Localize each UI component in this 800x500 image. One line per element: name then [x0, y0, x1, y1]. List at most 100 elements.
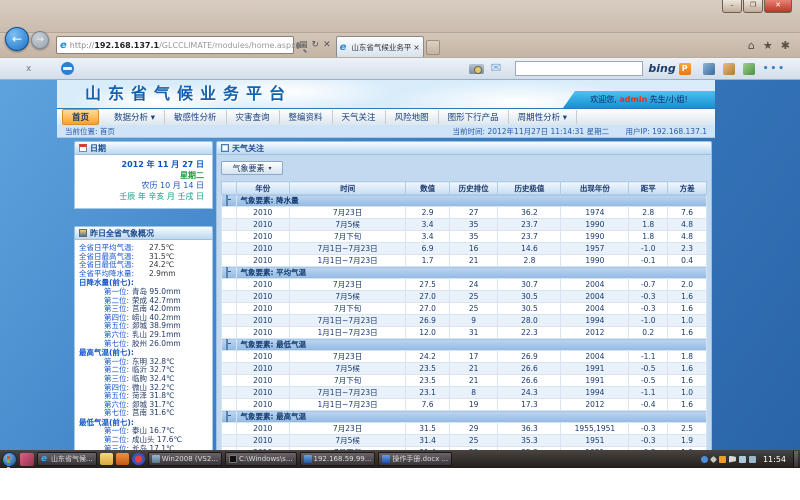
table-row[interactable]: 20107月23日27.52430.72004-0.72.0 — [222, 279, 707, 291]
toolbar-media-icon[interactable] — [703, 63, 715, 75]
table-row[interactable]: 20107月下旬31.42535.31951-0.31.9 — [222, 447, 707, 451]
table-cell: 7月1日~7月23日 — [289, 387, 405, 399]
group-row[interactable]: 气象要素: 最高气温 — [222, 411, 707, 423]
table-row[interactable]: 20107月下旬3.43523.719901.84.8 — [222, 231, 707, 243]
media-player-icon[interactable] — [132, 453, 145, 465]
rank-value: 胶州 26.0mm — [132, 340, 181, 349]
toolbar-close-icon[interactable]: x — [26, 64, 31, 74]
table-row[interactable]: 20107月5候31.42535.31951-0.31.9 — [222, 435, 707, 447]
nav-item-weather-watch[interactable]: 天气关注 — [333, 110, 386, 124]
nav-item-disaster-query[interactable]: 灾害查询 — [227, 110, 280, 124]
taskbar-window-vm[interactable]: Win2008 (VS2... — [148, 452, 222, 466]
tray-update-icon[interactable] — [701, 456, 708, 463]
table-cell: 1951 — [561, 435, 629, 447]
nav-item-graphic-products[interactable]: 图形下行产品 — [439, 110, 509, 124]
camera-icon[interactable] — [469, 64, 484, 74]
page-header: 山东省气候业务平台 欢迎您, admin 先生/小姐! — [57, 80, 715, 108]
table-cell: 7月下旬 — [289, 303, 405, 315]
tab-title: 山东省气候业务平... — [351, 42, 411, 53]
table-cell: -1.1 — [629, 351, 668, 363]
table-cell: 1994 — [561, 315, 629, 327]
bing-p-button[interactable]: P — [679, 63, 691, 75]
table-row[interactable]: 20107月5候3.43523.719901.84.8 — [222, 219, 707, 231]
tools-gear-icon[interactable]: ✱ — [781, 39, 790, 52]
new-tab-button[interactable] — [426, 40, 440, 55]
toolbar-palette-icon[interactable] — [723, 63, 735, 75]
pinned-orange-app-icon[interactable] — [116, 453, 129, 465]
table-row[interactable]: 20107月下旬23.52126.61991-0.51.6 — [222, 375, 707, 387]
minimize-button[interactable]: – — [722, 0, 742, 13]
nav-bar: 首页数据分析 ▾敏感性分析灾害查询整编资料天气关注风险地图图形下行产品周期性分析… — [57, 108, 715, 125]
tray-volume-icon[interactable] — [749, 456, 756, 463]
table-cell: 2012 — [561, 399, 629, 411]
table-row[interactable]: 20107月5候27.02530.52004-0.31.6 — [222, 291, 707, 303]
address-input[interactable]: e http://192.168.137.1/GLCCLIMATE/module… — [56, 36, 294, 54]
nav-item-risk-map[interactable]: 风险地图 — [386, 110, 439, 124]
show-desktop-button[interactable] — [793, 451, 798, 467]
table-row[interactable]: 20101月1日~7月23日7.61917.32012-0.41.6 — [222, 399, 707, 411]
toolbar-overflow-icon[interactable]: ••• — [763, 64, 792, 74]
tray-show-hidden-icon[interactable] — [710, 455, 717, 462]
refresh-icon[interactable]: ↻ — [312, 40, 320, 50]
taskbar-window-cmd[interactable]: C:\Windows\s... — [225, 452, 297, 466]
element-filter-button[interactable]: 气象要素 ▾ — [221, 161, 283, 175]
table-row[interactable]: 20107月5候23.52126.61991-0.51.6 — [222, 363, 707, 375]
toolbar-addon-icon[interactable] — [743, 63, 755, 75]
taskbar-window-ie[interactable]: e山东省气候... — [37, 452, 97, 466]
mail-icon[interactable]: ✉ — [490, 61, 501, 76]
taskbar-window-rdp[interactable]: 192.168.59.99... — [300, 452, 376, 466]
nav-item-periodic-analysis[interactable]: 周期性分析 ▾ — [509, 110, 577, 124]
date-line: 2012 年 11 月 27 日 — [79, 160, 204, 171]
home-icon[interactable]: ⌂ — [748, 39, 755, 52]
table-row[interactable]: 20107月1日~7月23日6.91614.61957-1.02.3 — [222, 243, 707, 255]
table-row[interactable]: 20107月下旬27.02530.52004-0.31.6 — [222, 303, 707, 315]
collapse-icon[interactable] — [226, 339, 228, 350]
bing-logo[interactable]: bing — [648, 62, 675, 75]
table-row[interactable]: 20101月1日~7月23日12.03122.320120.21.6 — [222, 327, 707, 339]
explorer-folder-icon[interactable] — [100, 453, 113, 465]
collapse-icon[interactable] — [226, 195, 228, 206]
close-button[interactable]: ✕ — [764, 0, 792, 13]
maximize-button[interactable]: ❐ — [743, 0, 763, 13]
table-cell: 27 — [449, 207, 498, 219]
date-line: 星期二 — [79, 171, 204, 182]
table-cell: 1.9 — [668, 435, 707, 447]
table-cell: 2010 — [236, 327, 289, 339]
nav-item-sensitivity-analysis[interactable]: 敏感性分析 — [165, 110, 227, 124]
table-row[interactable]: 20107月23日24.21726.92004-1.11.8 — [222, 351, 707, 363]
stop-icon[interactable]: ✕ — [323, 40, 331, 50]
date-line: 农历 10 月 14 日 — [79, 181, 204, 192]
taskbar-window-word[interactable]: 操作手册.docx ... — [378, 452, 452, 466]
group-row[interactable]: 气象要素: 平均气温 — [222, 267, 707, 279]
pinned-app-icon[interactable] — [20, 453, 34, 466]
group-row[interactable]: 气象要素: 降水量 — [222, 195, 707, 207]
tray-network-icon[interactable] — [739, 456, 746, 463]
favorites-star-icon[interactable]: ★ — [763, 39, 773, 52]
collapse-icon[interactable] — [226, 411, 228, 422]
table-row[interactable]: 20107月23日2.92736.219742.87.6 — [222, 207, 707, 219]
tab-close-icon[interactable]: × — [413, 43, 419, 52]
table-row[interactable]: 20101月1日~7月23日1.7212.81990-0.10.4 — [222, 255, 707, 267]
start-button[interactable] — [2, 452, 17, 467]
nav-item-compiled-data[interactable]: 整编资料 — [280, 110, 333, 124]
tray-security-icon[interactable] — [719, 456, 726, 463]
page-viewport: 山东省气候业务平台 欢迎您, admin 先生/小姐! 首页数据分析 ▾敏感性分… — [0, 80, 800, 450]
table-row[interactable]: 20107月1日~7月23日26.9928.01994-1.01.0 — [222, 315, 707, 327]
weather-panel-body: 全省日平均气温:27.5℃全省日最高气温:31.5℃全省日最低气温:24.2℃全… — [74, 240, 213, 450]
tray-flag-icon[interactable] — [729, 456, 736, 463]
search-icon[interactable] — [296, 42, 300, 49]
table-cell: 24.3 — [498, 387, 561, 399]
nav-item-data-analysis[interactable]: 数据分析 ▾ — [105, 110, 165, 124]
group-row[interactable]: 气象要素: 最低气温 — [222, 339, 707, 351]
table-row[interactable]: 20107月1日~7月23日23.1824.31994-1.11.0 — [222, 387, 707, 399]
table-row[interactable]: 20107月23日31.52936.31955,1951-0.32.5 — [222, 423, 707, 435]
back-button[interactable]: ← — [5, 27, 29, 51]
nav-item-home[interactable]: 首页 — [62, 109, 99, 125]
browser-tab[interactable]: e 山东省气候业务平... × — [336, 36, 424, 57]
taskbar-clock[interactable]: 11:54 — [759, 455, 790, 464]
collapse-icon[interactable] — [226, 267, 228, 278]
blocked-content-icon[interactable] — [61, 62, 74, 75]
forward-button[interactable]: → — [31, 31, 49, 49]
bing-search-input[interactable] — [515, 61, 643, 76]
table-cell: 1990 — [561, 231, 629, 243]
